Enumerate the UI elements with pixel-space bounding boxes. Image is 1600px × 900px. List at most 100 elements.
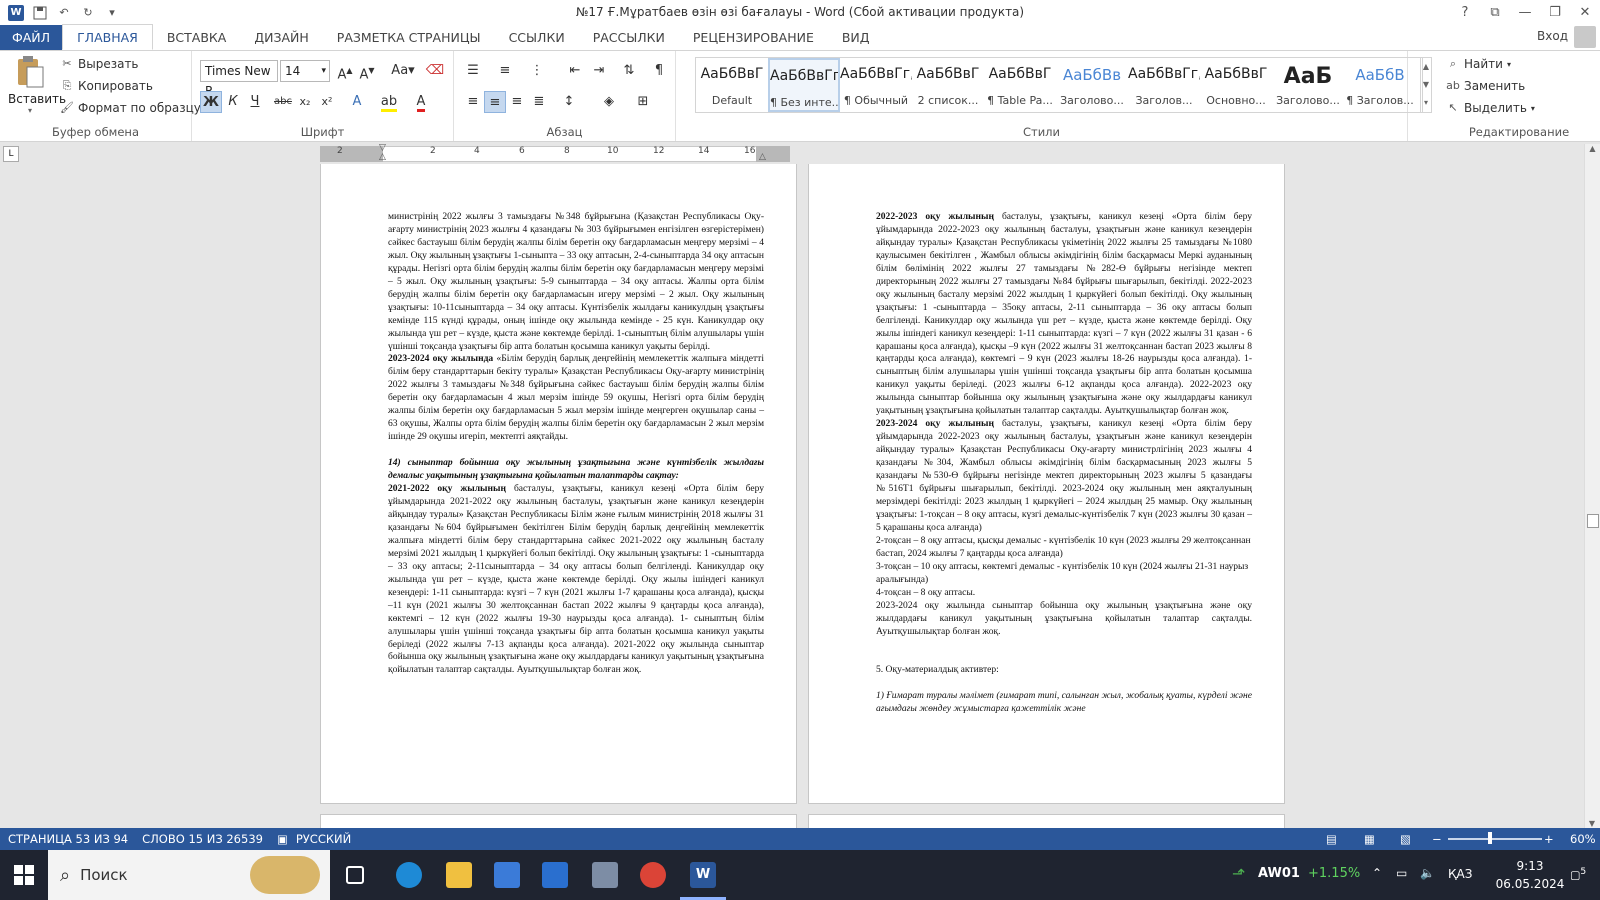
decrease-indent-icon[interactable]: ⇤	[564, 60, 586, 82]
style-body-text[interactable]: АаБбВвГ Основно...	[1200, 58, 1272, 112]
superscript-button[interactable]: x²	[316, 91, 338, 113]
numbering-icon[interactable]: ≡	[494, 60, 516, 82]
input-language[interactable]: ҚАЗ	[1448, 867, 1472, 881]
start-button[interactable]	[14, 865, 34, 888]
zoom-slider[interactable]	[1448, 838, 1542, 840]
style-default[interactable]: АаБбВвГ Default	[696, 58, 768, 112]
edge-icon[interactable]	[396, 862, 422, 888]
show-marks-icon[interactable]: ¶	[648, 60, 670, 82]
format-painter-button[interactable]: 🖌 Формат по образцу	[60, 101, 201, 115]
app-icon[interactable]	[592, 862, 618, 888]
style-normal[interactable]: АаБбВвГг, ¶ Обычный	[840, 58, 912, 112]
page-count[interactable]: СТРАНИЦА 53 ИЗ 94	[8, 832, 128, 846]
vertical-scrollbar[interactable]: ▲ ▼	[1584, 144, 1600, 828]
font-color-icon[interactable]: A	[410, 91, 432, 113]
tab-selector[interactable]: L	[3, 146, 19, 162]
sort-icon[interactable]: ⇅	[618, 60, 640, 82]
minimize-button[interactable]: —	[1510, 0, 1540, 25]
word-taskbar-icon[interactable]: W	[690, 862, 716, 888]
tab-file[interactable]: ФАЙЛ	[0, 25, 63, 50]
tab-mailings[interactable]: РАССЫЛКИ	[579, 25, 679, 50]
align-center-icon[interactable]: ≡	[484, 91, 506, 113]
bullets-icon[interactable]: ☰	[462, 60, 484, 82]
strikethrough-button[interactable]: abc	[272, 91, 294, 113]
style-title[interactable]: АаБ Заголово...	[1272, 58, 1344, 112]
shrink-font-icon[interactable]: A▼	[356, 60, 378, 82]
style-heading-1[interactable]: АаБбВв Заголово...	[1056, 58, 1128, 112]
explorer-icon[interactable]	[446, 862, 472, 888]
tab-view[interactable]: ВИД	[828, 25, 884, 50]
task-view-icon[interactable]	[346, 866, 364, 884]
clock[interactable]: 9:13 06.05.2024	[1490, 857, 1570, 893]
word-count[interactable]: СЛОВО 15 ИЗ 26539	[142, 832, 263, 846]
read-mode-icon[interactable]: ▤	[1326, 832, 1337, 846]
avatar[interactable]	[1574, 26, 1596, 48]
tab-insert[interactable]: ВСТАВКА	[153, 25, 241, 50]
style-table-paragraph[interactable]: АаБбВвГ ¶ Table Pa...	[984, 58, 1056, 112]
replace-button[interactable]: ab Заменить	[1446, 79, 1525, 93]
subscript-button[interactable]: x₂	[294, 91, 316, 113]
zoom-level[interactable]: 60%	[1570, 832, 1596, 846]
align-right-icon[interactable]: ≡	[506, 91, 528, 113]
print-layout-icon[interactable]: ▦	[1364, 832, 1375, 846]
find-button[interactable]: ⌕ Найти ▾	[1446, 57, 1511, 71]
zoom-out-icon[interactable]: −	[1432, 832, 1442, 846]
style-heading-2[interactable]: АаБбВвГг, Заголов...	[1128, 58, 1200, 112]
taskbar-search[interactable]: ⌕ Поиск	[48, 850, 330, 900]
horizontal-ruler[interactable]	[320, 146, 790, 162]
underline-button[interactable]: Ч	[244, 91, 266, 113]
zoom-in-icon[interactable]: +	[1544, 832, 1554, 846]
stock-change[interactable]: +1.15%	[1308, 866, 1360, 881]
highlight-icon[interactable]: ab	[378, 91, 400, 113]
web-layout-icon[interactable]: ▧	[1400, 832, 1411, 846]
text-effects-icon[interactable]: A	[346, 91, 368, 113]
tab-review[interactable]: РЕЦЕНЗИРОВАНИЕ	[679, 25, 828, 50]
font-size-combo[interactable]: 14 ▾	[280, 60, 330, 82]
bold-button[interactable]: Ж	[200, 91, 222, 113]
chrome-icon[interactable]	[640, 862, 666, 888]
mail-icon[interactable]	[542, 862, 568, 888]
zoom-slider-thumb[interactable]	[1488, 832, 1492, 844]
italic-button[interactable]: К	[222, 91, 244, 113]
scroll-thumb[interactable]	[1587, 514, 1599, 528]
close-button[interactable]: ✕	[1570, 0, 1600, 25]
volume-icon[interactable]: 🔈	[1420, 866, 1435, 880]
justify-icon[interactable]: ≣	[528, 91, 550, 113]
shading-icon[interactable]: ◈	[598, 91, 620, 113]
page-next-left[interactable]	[320, 814, 797, 828]
increase-indent-icon[interactable]: ⇥	[588, 60, 610, 82]
tab-design[interactable]: ДИЗАЙН	[240, 25, 322, 50]
sign-in-link[interactable]: Вход	[1537, 29, 1568, 43]
page-next-right[interactable]	[808, 814, 1285, 828]
cut-button[interactable]: ✂ Вырезать	[60, 57, 138, 71]
ribbon-display-options-button[interactable]: ⧉	[1480, 0, 1510, 25]
tab-home[interactable]: ГЛАВНАЯ	[62, 24, 153, 50]
style-no-spacing[interactable]: АаБбВвГг, ¶ Без инте...	[768, 58, 840, 112]
maximize-button[interactable]: ❐	[1540, 0, 1570, 25]
tab-references[interactable]: ССЫЛКИ	[495, 25, 579, 50]
paste-button[interactable]: Вставить ▾	[8, 55, 66, 115]
scroll-up-icon[interactable]: ▲	[1585, 144, 1600, 153]
network-icon[interactable]: ▭	[1396, 866, 1407, 880]
page-left[interactable]: министрінің 2022 жылғы 3 тамыздағы №348 …	[320, 164, 797, 804]
scroll-down-icon[interactable]: ▼	[1585, 819, 1599, 828]
copy-button[interactable]: ⎘ Копировать	[60, 79, 153, 93]
grow-font-icon[interactable]: A▲	[334, 60, 356, 82]
style-heading-3[interactable]: АаБбВ ¶ Заголов...	[1344, 58, 1416, 112]
line-spacing-icon[interactable]: ↕	[558, 91, 580, 113]
styles-scroll[interactable]: ▲ ▼ ▾	[1420, 57, 1432, 113]
align-left-icon[interactable]: ≡	[462, 91, 484, 113]
clear-formatting-icon[interactable]: ⌫	[424, 60, 446, 82]
indent-marker-icon[interactable]: ▽ △	[379, 144, 386, 162]
stock-ticker[interactable]: AW01	[1258, 866, 1300, 881]
notifications-icon[interactable]: ▢5	[1570, 866, 1586, 882]
help-button[interactable]: ?	[1450, 0, 1480, 25]
tray-chevron-icon[interactable]: ⌃	[1372, 866, 1382, 880]
change-case-icon[interactable]: Aa▾	[388, 60, 418, 82]
font-name-combo[interactable]: Times New R	[200, 60, 278, 98]
borders-icon[interactable]: ⊞	[632, 91, 654, 113]
right-indent-marker-icon[interactable]: △	[759, 152, 766, 162]
tab-layout[interactable]: РАЗМЕТКА СТРАНИЦЫ	[323, 25, 495, 50]
proofing-icon[interactable]: ▣	[277, 832, 288, 846]
page-right[interactable]: 2022-2023 оқу жылының басталуы, ұзақтығы…	[808, 164, 1285, 804]
